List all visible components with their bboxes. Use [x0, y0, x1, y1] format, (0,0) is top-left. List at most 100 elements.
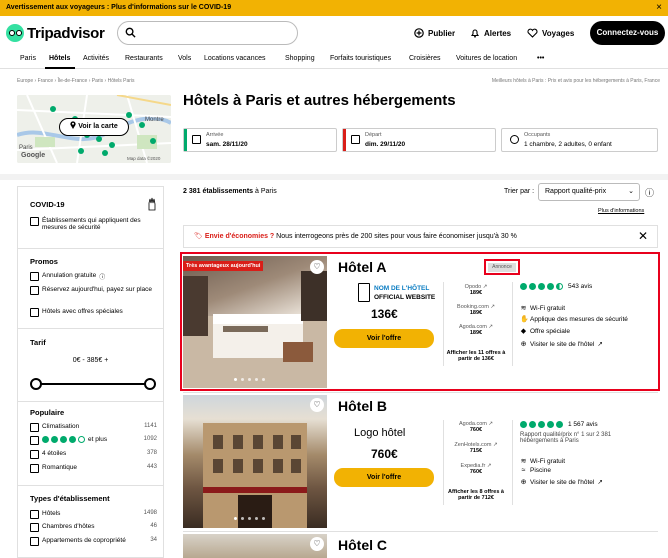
visit-hotel-site-link[interactable]: ⊕ Visiter le site de l'hôtel ↗ — [520, 340, 603, 349]
guests-icon — [510, 135, 519, 144]
hotel-c-photo[interactable] — [183, 534, 327, 558]
save-heart-icon[interactable]: ♡ — [310, 260, 324, 274]
offer-price: 760€ — [469, 427, 483, 433]
filter-special-offers[interactable]: Hôtels avec offres spéciales — [30, 308, 163, 317]
sign-in-button[interactable]: Connectez-vous — [590, 21, 665, 45]
offer-agoda[interactable]: Agoda.com ↗ 760€ — [446, 421, 506, 433]
globe-icon: ⊕ — [520, 479, 527, 486]
nav-car-rental[interactable]: Voitures de location — [456, 55, 517, 62]
checkbox[interactable] — [30, 217, 39, 226]
amenity-label: Visiter le site de l'hôtel — [530, 478, 595, 486]
nav-vacation-rentals[interactable]: Locations vacances — [204, 55, 265, 62]
photo-carousel-dots[interactable] — [234, 517, 265, 520]
hotel-a-photo[interactable] — [183, 256, 327, 388]
amenity-label: Wi-Fi gratuit — [530, 304, 566, 312]
divider — [18, 485, 163, 486]
checkbox[interactable] — [30, 523, 39, 532]
nav-shopping[interactable]: Shopping — [285, 55, 315, 62]
filter-covid-safety[interactable]: Établissements qui appliquent des mesure… — [30, 217, 163, 231]
checkbox[interactable] — [30, 510, 39, 519]
safety-icon: ✋ — [520, 316, 529, 323]
hotel-b-rating[interactable]: 1 567 avis — [520, 421, 598, 428]
ad-label: Annonce — [488, 263, 516, 272]
checkout-value: dim. 29/11/20 — [365, 141, 406, 148]
hotel-b-view-offer-button[interactable]: Voir l'offre — [334, 468, 434, 487]
hotel-a-view-offer-button[interactable]: Voir l'offre — [334, 329, 434, 348]
checkout-field[interactable]: Départ dim. 29/11/20 — [342, 128, 496, 152]
field-accent — [343, 129, 346, 151]
filter-free-cancellation[interactable]: Annulation gratuite ⓘ — [30, 272, 163, 281]
hotel-a-name[interactable]: Hôtel A — [338, 259, 386, 275]
price-slider-track[interactable] — [35, 383, 153, 385]
filter-air-conditioning[interactable]: Climatisation — [30, 423, 163, 432]
checkbox[interactable] — [30, 308, 39, 317]
breadcrumb[interactable]: Europe › France › Île-de-France › Paris … — [17, 78, 135, 84]
guests-field[interactable]: Occupants 1 chambre, 2 adultes, 0 enfant — [501, 128, 658, 152]
covid-banner[interactable]: Avertissement aux voyageurs : Plus d'inf… — [0, 0, 668, 16]
card-divider — [183, 531, 658, 532]
search-input[interactable] — [117, 21, 298, 45]
nav-activities[interactable]: Activités — [83, 55, 109, 62]
checkin-field[interactable]: Arrivée sam. 28/11/20 — [183, 128, 337, 152]
filter-bed-breakfast[interactable]: Chambres d'hôtes — [30, 523, 163, 532]
rating-bubbles — [42, 436, 85, 443]
alerts-button[interactable]: Alertes — [470, 28, 511, 38]
close-icon[interactable]: ✕ — [638, 229, 648, 243]
checkbox[interactable] — [30, 464, 39, 473]
info-icon[interactable]: ⓘ — [99, 272, 105, 281]
nav-packages[interactable]: Forfaits touristiques — [330, 55, 391, 62]
sort-dropdown[interactable]: Rapport qualité-prix ⌄ — [538, 183, 640, 201]
filter-romantic[interactable]: Romantique — [30, 464, 163, 473]
filter-count: 34 — [150, 537, 157, 543]
checkout-label: Départ — [365, 132, 382, 138]
checkbox[interactable] — [30, 286, 39, 295]
publish-button[interactable]: Publier — [414, 28, 455, 38]
offer-booking[interactable]: Booking.com ↗ 189€ — [446, 304, 506, 316]
checkbox[interactable] — [30, 436, 39, 445]
all-offers-link[interactable]: Afficher les 8 offres à partir de 712€ — [443, 489, 509, 501]
filter-pay-later[interactable]: Réservez aujourd'hui, payez sur place — [30, 286, 163, 295]
ranking-text[interactable]: Rapport qualité/prix n° 1 sur 2 381 hébe… — [520, 432, 632, 444]
nav-hotels[interactable]: Hôtels — [49, 55, 70, 62]
hotel-a-rating[interactable]: 543 avis — [520, 283, 592, 290]
filter-condos[interactable]: Appartements de copropriété — [30, 537, 140, 546]
view-map-button[interactable]: Voir la carte — [59, 118, 129, 136]
save-heart-icon[interactable]: ♡ — [310, 537, 324, 551]
info-icon[interactable]: ⓘ — [645, 186, 654, 199]
offer-zenhotels[interactable]: ZenHotels.com ↗ 715€ — [446, 442, 506, 454]
nav-flights[interactable]: Vols — [178, 55, 191, 62]
photo-carousel-dots[interactable] — [234, 378, 265, 381]
offer-agoda[interactable]: Agoda.com ↗ 189€ — [446, 324, 506, 336]
nav-cruises[interactable]: Croisières — [409, 55, 441, 62]
map-label-montreuil: Montre — [145, 117, 164, 123]
map-label-paris: Paris — [19, 145, 33, 151]
checkbox[interactable] — [30, 423, 39, 432]
more-info-link[interactable]: Plus d'informations — [598, 208, 644, 214]
filter-count: 46 — [150, 523, 157, 529]
offer-opodo[interactable]: Opodo ↗ 189€ — [446, 284, 506, 296]
save-heart-icon[interactable]: ♡ — [310, 398, 324, 412]
nav-restaurants[interactable]: Restaurants — [125, 55, 163, 62]
nav-paris[interactable]: Paris — [20, 55, 36, 62]
wifi-icon: ≋ — [520, 305, 527, 312]
view-map-label: Voir la carte — [78, 123, 118, 130]
hotel-c-name[interactable]: Hôtel C — [338, 537, 387, 553]
trips-button[interactable]: Voyages — [527, 28, 574, 38]
checkbox[interactable] — [30, 537, 39, 546]
hotel-b-photo[interactable] — [183, 395, 327, 528]
filter-4-stars[interactable]: 4 étoiles — [30, 450, 163, 459]
offer-expedia[interactable]: Expedia.fr ↗ 760€ — [446, 463, 506, 475]
all-offers-link[interactable]: Afficher les 11 offres à partir de 136€ — [443, 350, 509, 362]
nav-more[interactable]: ••• — [537, 55, 544, 62]
tripadvisor-logo[interactable]: Tripadvisor — [6, 24, 105, 42]
price-slider-min-handle[interactable] — [30, 378, 42, 390]
hotel-b-name[interactable]: Hôtel B — [338, 398, 387, 414]
visit-hotel-site-link[interactable]: ⊕ Visiter le site de l'hôtel ↗ — [520, 478, 603, 487]
price-slider-max-handle[interactable] — [144, 378, 156, 390]
photo-graphic — [203, 423, 307, 528]
filter-label: Hôtels avec offres spéciales — [42, 308, 123, 315]
checkbox[interactable] — [30, 450, 39, 459]
close-icon[interactable]: × — [656, 2, 662, 13]
offer-price: 189€ — [469, 290, 483, 296]
checkbox[interactable] — [30, 272, 39, 281]
